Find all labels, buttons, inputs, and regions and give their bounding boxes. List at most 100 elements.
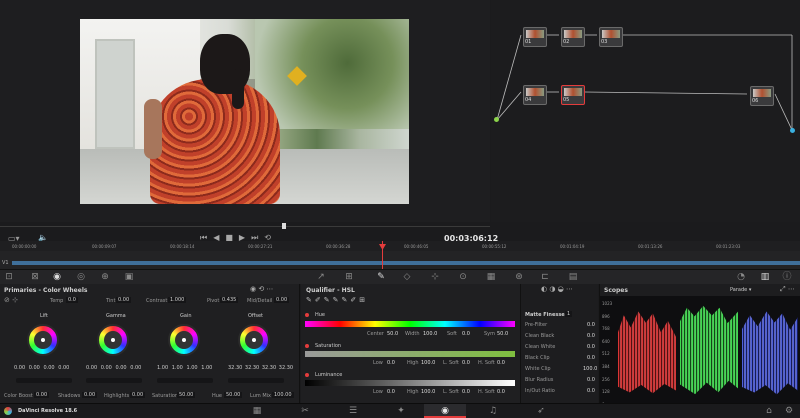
media-page-icon[interactable]: ▦: [252, 406, 262, 416]
saturation-bar[interactable]: [305, 351, 515, 357]
color-warper-icon[interactable]: ⊞: [344, 272, 354, 282]
offset-wheel[interactable]: [238, 324, 270, 356]
luminance-label: Luminance: [315, 372, 343, 378]
lift-label: Lift: [40, 313, 48, 319]
gain-master-slider[interactable]: [157, 378, 213, 383]
mini-timeline[interactable]: 00:00:00:00 00:00:09:07 00:00:18:14 00:0…: [0, 241, 800, 269]
tracker-icon[interactable]: ⊹: [430, 272, 440, 282]
saturation-field[interactable]: 50.00: [177, 392, 196, 398]
matte-finesse-panel: ◐ ◑ ◒ ⋯ Matte Finesse 1 Pre-Filter 0.0 C…: [520, 284, 598, 403]
contrast-field[interactable]: 1.000: [168, 297, 187, 303]
offset-master-slider[interactable]: [228, 378, 284, 383]
hdr-icon[interactable]: ◎: [76, 272, 86, 282]
gain-values[interactable]: 1.00 1.00 1.00 1.00: [157, 365, 217, 371]
lum-hsoft-field[interactable]: 0.0: [497, 389, 505, 395]
fusion-page-icon[interactable]: ✦: [396, 406, 406, 416]
lift-wheel[interactable]: [27, 324, 59, 356]
node-04[interactable]: 04: [523, 85, 547, 105]
pre-filter-field[interactable]: 0.0: [587, 322, 595, 328]
lightbox-icon[interactable]: ◔: [736, 272, 746, 282]
temp-field[interactable]: 0.0: [66, 297, 78, 303]
window-icon[interactable]: ◇: [402, 272, 412, 282]
cut-page-icon[interactable]: ✂: [300, 406, 310, 416]
gamma-values[interactable]: 0.00 0.00 0.00 0.00: [86, 365, 146, 371]
viewer-panel: ▭▾ 🔈 ⏮◀■▶⏭⟲ 00:03:06:12: [0, 0, 498, 243]
clean-black-field[interactable]: 0.0: [587, 333, 595, 339]
deliver-page-icon[interactable]: ➶: [536, 406, 546, 416]
settings-icon[interactable]: ⚙: [784, 406, 794, 416]
scope-mode-dropdown[interactable]: Parade ▾: [730, 287, 751, 293]
lum-high-field[interactable]: 100.0: [421, 389, 435, 395]
camera-raw-icon[interactable]: ⊡: [4, 272, 14, 282]
info-icon[interactable]: ⓘ: [782, 272, 792, 282]
motion-effects-icon[interactable]: ▣: [124, 272, 134, 282]
panel-options-icons[interactable]: ◉ ⟲ ⋯: [250, 285, 273, 293]
offset-values[interactable]: 32.30 32.30 32.30 32.30: [228, 365, 300, 371]
mid-detail-field[interactable]: 0.00: [274, 297, 290, 303]
lum-lsoft-field[interactable]: 0.0: [462, 389, 470, 395]
curves-icon[interactable]: ↗: [316, 272, 326, 282]
davinci-logo-icon: [4, 407, 12, 415]
sat-lsoft-field[interactable]: 0.0: [462, 360, 470, 366]
video-frame[interactable]: [80, 19, 409, 204]
gamma-master-slider[interactable]: [86, 378, 142, 383]
key-icon[interactable]: ⊛: [514, 272, 524, 282]
hue-sym-field[interactable]: 50.0: [497, 331, 508, 337]
gamma-wheel[interactable]: [97, 324, 129, 356]
color-page-tab[interactable]: ◉: [424, 404, 466, 418]
highlights-field[interactable]: 0.00: [130, 392, 146, 398]
in-out-ratio-field[interactable]: 0.0: [587, 388, 595, 394]
lift-master-slider[interactable]: [16, 378, 72, 383]
subject-person: [150, 79, 280, 204]
shadows-field[interactable]: 0.00: [82, 392, 98, 398]
hue-field[interactable]: 50.00: [224, 392, 243, 398]
scopes-icon[interactable]: ▥: [760, 272, 770, 282]
color-wheels-icon[interactable]: ◉: [52, 272, 62, 282]
fairlight-page-icon[interactable]: ♫: [488, 406, 498, 416]
color-match-icon[interactable]: ⊠: [30, 272, 40, 282]
rgb-mixer-icon[interactable]: ⊕: [100, 272, 110, 282]
app-name: DaVinci Resolve 18.6: [18, 408, 78, 414]
sizing-icon[interactable]: ⊏: [540, 272, 550, 282]
hue-bar[interactable]: [305, 321, 515, 327]
node-03[interactable]: 03: [599, 27, 623, 47]
matte-page-field[interactable]: 1: [565, 311, 573, 317]
matte-mode-icons[interactable]: ◐ ◑ ◒ ⋯: [541, 285, 573, 293]
clean-white-field[interactable]: 0.0: [587, 344, 595, 350]
magic-mask-icon[interactable]: ⊙: [458, 272, 468, 282]
timeline-clip[interactable]: [12, 261, 800, 265]
sat-low-field[interactable]: 0.0: [387, 360, 395, 366]
lum-mix-field[interactable]: 100.00: [272, 392, 294, 398]
blur-icon[interactable]: ▦: [486, 272, 496, 282]
blur-radius-field[interactable]: 0.0: [587, 377, 595, 383]
lift-values[interactable]: 0.00 0.00 0.00 0.00: [14, 365, 74, 371]
3d-icon[interactable]: ▤: [568, 272, 578, 282]
node-editor[interactable]: 01 02 03 04 05 06: [491, 0, 800, 222]
scope-options-icon[interactable]: ⤢ ⋯: [780, 285, 795, 294]
node-06[interactable]: 06: [750, 86, 774, 106]
home-icon[interactable]: ⌂: [764, 406, 774, 416]
node-02[interactable]: 02: [561, 27, 585, 47]
gamma-label: Gamma: [106, 313, 126, 319]
qualifier-picker-tools[interactable]: ✎✐✎✎✎✐⊞: [306, 296, 368, 304]
white-clip-field[interactable]: 100.0: [583, 366, 597, 372]
luminance-bar[interactable]: [305, 380, 515, 386]
hue-width-field[interactable]: 100.0: [423, 331, 437, 337]
color-boost-field[interactable]: 0.00: [34, 392, 50, 398]
gain-wheel[interactable]: [168, 324, 200, 356]
pivot-field[interactable]: 0.435: [220, 297, 239, 303]
reset-all-icon[interactable]: ⊘ ⊹: [4, 296, 18, 304]
lum-low-field[interactable]: 0.0: [387, 389, 395, 395]
primaries-title: Primaries - Color Wheels: [4, 287, 88, 294]
hue-center-field[interactable]: 50.0: [387, 331, 398, 337]
sat-hsoft-field[interactable]: 0.0: [497, 360, 505, 366]
black-clip-field[interactable]: 0.0: [587, 355, 595, 361]
edit-page-icon[interactable]: ☰: [348, 406, 358, 416]
green-channel-trace: [680, 305, 738, 395]
node-01[interactable]: 01: [523, 27, 547, 47]
qualifier-icon[interactable]: ✎: [376, 272, 386, 282]
tint-field[interactable]: 0.00: [116, 297, 132, 303]
node-05[interactable]: 05: [561, 85, 585, 105]
sat-high-field[interactable]: 100.0: [421, 360, 435, 366]
hue-soft-field[interactable]: 0.0: [462, 331, 470, 337]
